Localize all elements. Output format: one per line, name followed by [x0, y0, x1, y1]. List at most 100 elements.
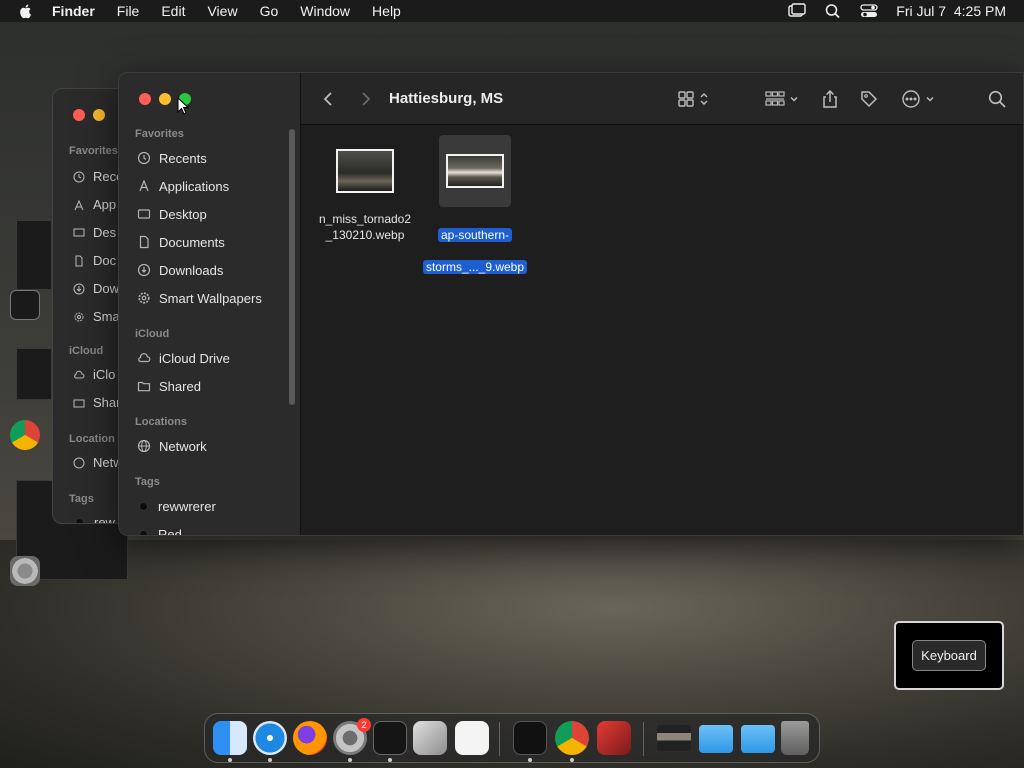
keyboard-button[interactable]: Keyboard — [912, 640, 986, 671]
finder-window[interactable]: Favorites Recents Applications Desktop D… — [118, 72, 1024, 536]
forward-button[interactable] — [355, 89, 375, 109]
sidebar-item-network[interactable]: Netw — [73, 455, 123, 470]
sidebar-scrollbar[interactable] — [289, 129, 295, 405]
folder-dock-icon[interactable] — [699, 725, 733, 753]
spotlight-search-icon[interactable] — [824, 3, 842, 19]
file-item-selected[interactable]: ap-southern- storms_..._9.webp — [419, 135, 531, 275]
sidebar-item-network[interactable]: Network — [137, 436, 207, 456]
window-title: Hattiesburg, MS — [389, 90, 504, 107]
group-button[interactable] — [765, 88, 799, 110]
download-icon — [137, 263, 151, 277]
chevron-down-icon — [926, 96, 934, 102]
sidebar-item-recents[interactable]: Recents — [137, 148, 207, 168]
apple-logo-icon[interactable] — [18, 3, 34, 19]
close-button[interactable] — [139, 93, 151, 105]
finder-dock-icon[interactable] — [213, 721, 247, 755]
image-viewer-dock-icon[interactable] — [657, 725, 691, 751]
dock: 2 — [204, 713, 820, 763]
sidebar-item-applications[interactable]: App — [73, 197, 116, 212]
chrome-icon[interactable] — [10, 420, 40, 450]
activity-monitor-dock-icon[interactable] — [513, 721, 547, 755]
sidebar-item-label: iClo — [93, 367, 116, 382]
sidebar-item-icloud-drive[interactable]: iClo — [73, 367, 115, 382]
sidebar-item-tag-rewwrerer[interactable]: rewwrerer — [137, 496, 216, 516]
sidebar-item-label: Dow — [93, 281, 120, 296]
sidebar-item-label: Shar — [93, 395, 121, 410]
sidebar-item-recents[interactable]: Rece — [73, 169, 123, 184]
dock-separator — [643, 722, 644, 756]
sidebar-item-label: iCloud Drive — [159, 350, 230, 366]
chevron-updown-icon — [700, 93, 708, 105]
sidebar-item-label: Doc — [93, 253, 117, 268]
back-button[interactable] — [319, 89, 339, 109]
share-icon[interactable] — [821, 88, 839, 110]
keyboard-viewer-widget: Keyboard — [894, 621, 1004, 690]
sidebar-item-label: Recents — [159, 150, 207, 166]
sidebar-item-smart-wallpapers[interactable]: Sma — [73, 309, 120, 324]
minimize-button[interactable] — [93, 109, 105, 121]
running-indicator — [228, 758, 232, 762]
sidebar-item-documents[interactable]: Doc — [73, 253, 116, 268]
view-mode-button[interactable] — [677, 88, 709, 110]
terminal-dock-icon[interactable] — [373, 721, 407, 755]
sidebar-item-shared[interactable]: Shar — [73, 395, 120, 410]
screen-mirroring-icon[interactable] — [788, 3, 806, 19]
more-actions-button[interactable] — [901, 88, 935, 110]
menu-go[interactable]: Go — [260, 3, 279, 19]
running-indicator — [570, 758, 574, 762]
firefox-dock-icon[interactable] — [293, 721, 327, 755]
rocket-typist-dock-icon[interactable] — [597, 721, 631, 755]
search-icon[interactable] — [987, 88, 1007, 110]
menu-window[interactable]: Window — [300, 3, 350, 19]
terminal-icon[interactable] — [10, 290, 40, 320]
sidebar-item-desktop[interactable]: Des — [73, 225, 116, 240]
tag-color-dot — [139, 529, 148, 535]
sidebar-item-desktop[interactable]: Desktop — [137, 204, 207, 224]
sidebar-item-downloads[interactable]: Downloads — [137, 260, 223, 280]
file-item[interactable]: n_miss_tornado2 _130210.webp — [309, 135, 421, 243]
chrome-dock-icon[interactable] — [555, 721, 589, 755]
script-editor-dock-icon[interactable] — [413, 721, 447, 755]
menu-view[interactable]: View — [207, 3, 237, 19]
sidebar-item-smart-wallpapers[interactable]: Smart Wallpapers — [137, 288, 262, 308]
menu-edit[interactable]: Edit — [161, 3, 185, 19]
gear-icon — [74, 312, 84, 321]
clock-icon — [137, 151, 151, 165]
sidebar-item-downloads[interactable]: Dow — [73, 281, 119, 296]
tag-color-dot — [75, 518, 84, 523]
minimize-button[interactable] — [159, 93, 171, 105]
sidebar-item-applications[interactable]: Applications — [137, 176, 229, 196]
close-button[interactable] — [73, 109, 85, 121]
document-icon — [75, 255, 83, 266]
running-indicator — [268, 758, 272, 762]
applications-icon — [139, 179, 149, 192]
sidebar-item-shared[interactable]: Shared — [137, 376, 201, 396]
trash-dock-icon[interactable] — [781, 721, 809, 755]
vscode-dock-icon[interactable] — [455, 721, 489, 755]
menu-clock[interactable]: Fri Jul 7 4:25 PM — [896, 3, 1006, 19]
sidebar-item-label: Documents — [159, 234, 225, 250]
stage-thumbnail-2[interactable] — [16, 348, 52, 400]
sidebar-item-documents[interactable]: Documents — [137, 232, 225, 252]
control-center-icon[interactable] — [860, 3, 878, 19]
system-settings-icon[interactable] — [10, 556, 40, 586]
tornado-image-thumbnail — [336, 149, 394, 193]
gear-icon — [138, 292, 150, 304]
icon-view-icon — [678, 91, 694, 107]
sidebar-item-tag-red[interactable]: Red — [137, 524, 182, 535]
shared-folder-icon — [137, 381, 151, 392]
safari-dock-icon[interactable] — [253, 721, 287, 755]
tag-icon[interactable] — [859, 88, 879, 110]
sidebar-item-tag[interactable]: rew — [73, 515, 115, 523]
stage-thumbnail-1[interactable] — [16, 220, 52, 290]
folder-dock-icon[interactable] — [741, 725, 775, 753]
sidebar-section-icloud: iCloud — [69, 345, 104, 357]
file-browser-content[interactable]: n_miss_tornado2 _130210.webp ap-southern… — [301, 125, 1023, 535]
sidebar-item-label: Sma — [93, 309, 120, 324]
sidebar-item-label: App — [93, 197, 117, 212]
menu-app-name[interactable]: Finder — [52, 3, 95, 19]
sidebar-item-icloud-drive[interactable]: iCloud Drive — [137, 348, 230, 368]
menu-file[interactable]: File — [117, 3, 140, 19]
finder-sidebar: Favorites Recents Applications Desktop D… — [119, 73, 301, 535]
menu-help[interactable]: Help — [372, 3, 401, 19]
